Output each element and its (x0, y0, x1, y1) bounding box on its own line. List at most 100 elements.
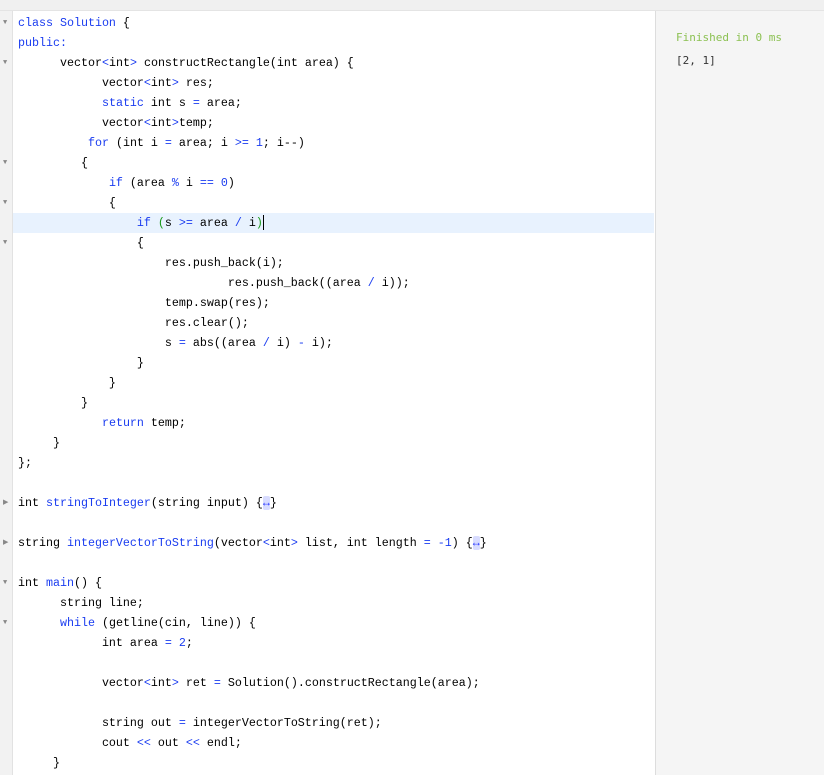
code-token: > (171, 76, 179, 90)
code-token: } (18, 756, 60, 770)
fold-open-icon[interactable]: ▼ (3, 613, 7, 633)
code-token: () { (73, 576, 102, 590)
code-line[interactable]: cout << out << endl; (13, 733, 654, 753)
code-token: ) (227, 176, 235, 190)
code-token: string line; (18, 596, 144, 610)
code-token: main (45, 576, 74, 590)
code-token: vector (18, 676, 144, 690)
fold-gutter (0, 11, 13, 775)
fold-open-icon[interactable]: ▼ (3, 53, 7, 73)
code-token: int s (143, 96, 193, 110)
code-line[interactable]: } (13, 753, 654, 773)
code-token: (getline(cin, line)) { (94, 616, 256, 630)
code-token: > (129, 56, 137, 70)
fold-open-icon[interactable]: ▼ (3, 153, 7, 173)
code-token: { (115, 16, 130, 30)
code-line[interactable] (13, 653, 654, 673)
code-line[interactable]: { (13, 233, 654, 253)
code-token: int (108, 56, 130, 70)
code-token: ; (185, 636, 193, 650)
fold-open-icon[interactable]: ▼ (3, 233, 7, 253)
code-token: = (164, 636, 172, 650)
code-token: res; (178, 76, 214, 90)
fold-open-icon[interactable]: ▼ (3, 193, 7, 213)
code-line[interactable]: res.push_back((area / i)); (13, 273, 654, 293)
code-line[interactable]: } (13, 353, 654, 373)
code-token: ret (178, 676, 214, 690)
code-token: ) (255, 216, 263, 230)
code-token: (vector (213, 536, 263, 550)
collapsed-code-icon[interactable]: ↔ (472, 536, 480, 550)
code-line[interactable]: { (13, 193, 654, 213)
code-token: class Solution (18, 16, 116, 30)
collapsed-code-icon[interactable]: ↔ (262, 496, 270, 510)
code-token: }; (18, 456, 32, 470)
code-line[interactable]: s = abs((area / i) - i); (13, 333, 654, 353)
code-line[interactable]: } (13, 393, 654, 413)
code-token: string (18, 536, 67, 550)
code-token: int (150, 76, 172, 90)
code-line[interactable]: int area = 2; (13, 633, 654, 653)
code-token: out (150, 736, 186, 750)
code-line[interactable]: return temp; (13, 413, 654, 433)
code-line[interactable]: if (s >= area / i) (13, 213, 654, 233)
code-token: = (178, 716, 186, 730)
code-line[interactable]: { (13, 153, 654, 173)
code-line[interactable] (13, 553, 654, 573)
code-line[interactable]: } (13, 433, 654, 453)
code-token: abs((area (185, 336, 263, 350)
code-token: string out (18, 716, 179, 730)
code-line[interactable]: class Solution { (13, 13, 654, 33)
code-line[interactable]: string integerVectorToString(vector<int>… (13, 533, 654, 553)
code-line[interactable]: } (13, 373, 654, 393)
code-token: int (18, 496, 46, 510)
code-token: << (185, 736, 200, 750)
code-line[interactable] (13, 513, 654, 533)
code-token: { (18, 156, 88, 170)
code-line[interactable] (13, 473, 654, 493)
fold-closed-icon[interactable]: ▶ (3, 493, 8, 513)
code-line[interactable]: string line; (13, 593, 654, 613)
code-token: -1 (437, 536, 452, 550)
code-line[interactable]: while (getline(cin, line)) { (13, 613, 654, 633)
fold-open-icon[interactable]: ▼ (3, 573, 7, 593)
code-line[interactable]: res.push_back(i); (13, 253, 654, 273)
code-token: temp.swap(res); (18, 296, 270, 310)
code-token: < (143, 76, 151, 90)
code-token: } (18, 356, 144, 370)
code-line[interactable]: string out = integerVectorToString(ret); (13, 713, 654, 733)
code-token: integerVectorToString(ret); (185, 716, 382, 730)
code-token: = (423, 536, 431, 550)
code-line[interactable]: vector<int>temp; (13, 113, 654, 133)
code-line[interactable]: vector<int> ret = Solution().constructRe… (13, 673, 654, 693)
code-token: { (18, 196, 116, 210)
code-line[interactable]: for (int i = area; i >= 1; i--) (13, 133, 654, 153)
code-line[interactable]: int stringToInteger(string input) {↔} (13, 493, 654, 513)
code-token: } (479, 536, 487, 550)
code-line[interactable]: vector<int> constructRectangle(int area)… (13, 53, 654, 73)
code-token: s (18, 336, 179, 350)
run-status: Finished in 0 ms (676, 31, 782, 44)
code-line[interactable]: if (area % i == 0) (13, 173, 654, 193)
code-line[interactable] (13, 693, 654, 713)
code-token: { (18, 236, 144, 250)
code-line[interactable]: vector<int> res; (13, 73, 654, 93)
code-line[interactable]: res.clear(); (13, 313, 654, 333)
code-token: = (164, 136, 172, 150)
code-token: % (171, 176, 179, 190)
code-line[interactable]: public: (13, 33, 654, 53)
code-line[interactable]: int main() { (13, 573, 654, 593)
code-token: = (213, 676, 221, 690)
fold-closed-icon[interactable]: ▶ (3, 533, 8, 553)
code-token: area (192, 216, 235, 230)
code-line[interactable]: temp.swap(res); (13, 293, 654, 313)
code-editor[interactable]: class Solution {public: vector<int> cons… (0, 11, 655, 775)
code-token: < (101, 56, 109, 70)
fold-open-icon[interactable]: ▼ (3, 13, 7, 33)
code-line[interactable]: static int s = area; (13, 93, 654, 113)
code-line[interactable]: }; (13, 453, 654, 473)
